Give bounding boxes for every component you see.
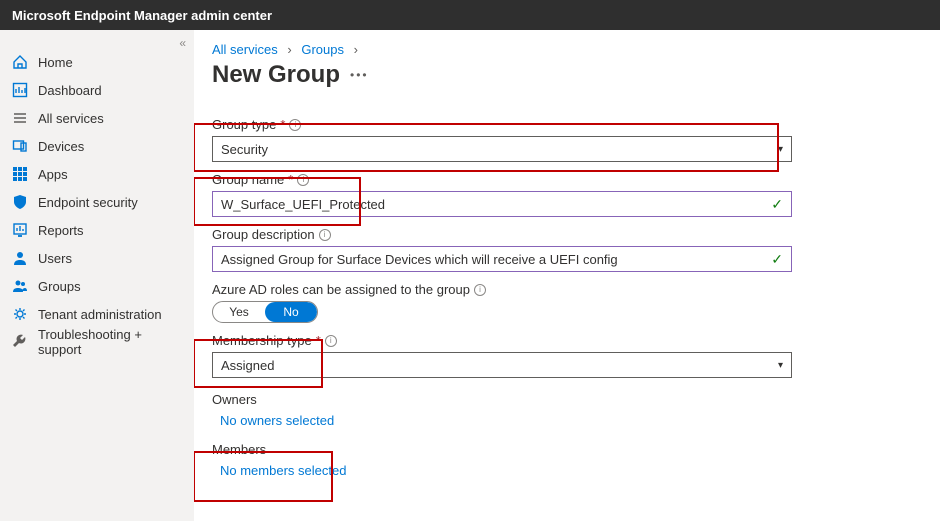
membership-type-select[interactable]: Assigned ▾ xyxy=(212,352,792,378)
main-content: All services › Groups › New Group ••• Gr… xyxy=(194,30,940,521)
breadcrumb: All services › Groups › xyxy=(212,42,922,57)
required-icon: * xyxy=(288,172,293,187)
toggle-no[interactable]: No xyxy=(265,302,317,322)
nav-label: Groups xyxy=(38,279,81,294)
members-link[interactable]: No members selected xyxy=(212,463,792,478)
home-icon xyxy=(12,54,28,70)
info-icon[interactable]: i xyxy=(474,284,486,296)
check-icon: ✓ xyxy=(771,251,783,268)
nav-label: Users xyxy=(38,251,72,266)
reports-icon xyxy=(12,222,28,238)
title-bar: Microsoft Endpoint Manager admin center xyxy=(0,0,940,30)
devices-icon xyxy=(12,138,28,154)
app-title: Microsoft Endpoint Manager admin center xyxy=(12,8,272,23)
group-desc-input[interactable]: Assigned Group for Surface Devices which… xyxy=(212,246,792,272)
nav-label: Reports xyxy=(38,223,84,238)
group-desc-value: Assigned Group for Surface Devices which… xyxy=(221,252,618,267)
nav-label: Troubleshooting + support xyxy=(38,327,182,357)
nav-apps[interactable]: Apps xyxy=(0,160,194,188)
group-type-label: Group type * i xyxy=(212,117,792,132)
nav-all-services[interactable]: All services xyxy=(0,104,194,132)
nav-label: Dashboard xyxy=(38,83,102,98)
membership-value: Assigned xyxy=(221,358,274,373)
groups-icon xyxy=(12,278,28,294)
azure-roles-label: Azure AD roles can be assigned to the gr… xyxy=(212,282,792,297)
apps-icon xyxy=(12,166,28,182)
chevron-right-icon: › xyxy=(287,42,291,57)
chevron-right-icon: › xyxy=(354,42,358,57)
group-type-select[interactable]: Security ▾ xyxy=(212,136,792,162)
nav-troubleshooting[interactable]: Troubleshooting + support xyxy=(0,328,194,356)
check-icon: ✓ xyxy=(771,196,783,213)
group-desc-label: Group description i xyxy=(212,227,792,242)
group-type-value: Security xyxy=(221,142,268,157)
membership-type-label: Membership type * i xyxy=(212,333,792,348)
dashboard-icon xyxy=(12,82,28,98)
nav-devices[interactable]: Devices xyxy=(0,132,194,160)
user-icon xyxy=(12,250,28,266)
azure-roles-toggle[interactable]: Yes No xyxy=(212,301,318,323)
tenant-icon xyxy=(12,306,28,322)
group-name-value: W_Surface_UEFI_Protected xyxy=(221,197,385,212)
nav-groups[interactable]: Groups xyxy=(0,272,194,300)
list-icon xyxy=(12,110,28,126)
group-name-input[interactable]: W_Surface_UEFI_Protected ✓ xyxy=(212,191,792,217)
nav-users[interactable]: Users xyxy=(0,244,194,272)
nav-home[interactable]: Home xyxy=(0,48,194,76)
nav-dashboard[interactable]: Dashboard xyxy=(0,76,194,104)
owners-link[interactable]: No owners selected xyxy=(212,413,792,428)
chevron-down-icon: ▾ xyxy=(778,144,783,155)
breadcrumb-all-services[interactable]: All services xyxy=(212,42,278,57)
nav-label: Tenant administration xyxy=(38,307,162,322)
nav-endpoint-security[interactable]: Endpoint security xyxy=(0,188,194,216)
sidebar: « Home Dashboard All services Devices Ap… xyxy=(0,30,194,521)
nav-label: Apps xyxy=(38,167,68,182)
nav-tenant-admin[interactable]: Tenant administration xyxy=(0,300,194,328)
nav-label: Devices xyxy=(38,139,84,154)
shield-icon xyxy=(12,194,28,210)
chevron-down-icon: ▾ xyxy=(778,360,783,371)
info-icon[interactable]: i xyxy=(289,119,301,131)
nav-label: All services xyxy=(38,111,104,126)
nav-reports[interactable]: Reports xyxy=(0,216,194,244)
members-heading: Members xyxy=(212,442,792,457)
new-group-form: Group type * i Security ▾ Group name * i… xyxy=(212,117,792,478)
info-icon[interactable]: i xyxy=(325,335,337,347)
nav-label: Home xyxy=(38,55,73,70)
breadcrumb-groups[interactable]: Groups xyxy=(301,42,344,57)
required-icon: * xyxy=(316,333,321,348)
required-icon: * xyxy=(280,117,285,132)
toggle-yes[interactable]: Yes xyxy=(213,302,265,322)
owners-heading: Owners xyxy=(212,392,792,407)
wrench-icon xyxy=(12,334,28,350)
info-icon[interactable]: i xyxy=(297,174,309,186)
group-name-label: Group name * i xyxy=(212,172,792,187)
info-icon[interactable]: i xyxy=(319,229,331,241)
nav-label: Endpoint security xyxy=(38,195,138,210)
collapse-sidebar-icon[interactable]: « xyxy=(179,36,186,50)
page-title: New Group xyxy=(212,61,340,89)
more-actions-icon[interactable]: ••• xyxy=(350,68,369,82)
